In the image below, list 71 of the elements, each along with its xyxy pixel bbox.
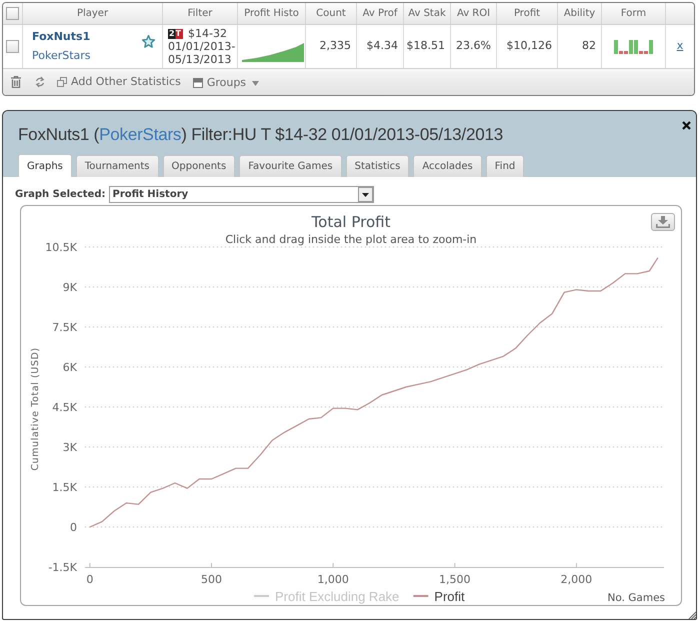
select-all-checkbox[interactable] (6, 7, 19, 20)
site-link[interactable]: PokerStars (99, 125, 182, 144)
tab[interactable]: Tournaments (76, 155, 159, 177)
graph-select[interactable]: Profit History (108, 186, 374, 202)
download-icon (656, 216, 670, 228)
table-cell: 23.6% (451, 25, 497, 68)
column-header[interactable]: Count (306, 3, 357, 24)
y-tick-label: 0 (70, 521, 77, 534)
table-cell: $18.51 (404, 25, 451, 68)
y-tick-label: 9K (62, 281, 77, 294)
legend-line-icon (413, 595, 428, 597)
column-header[interactable]: Av Stak (404, 3, 451, 24)
column-header[interactable]: Ability (558, 3, 602, 24)
panel-title: FoxNuts1 (PokerStars) Filter:HU T $14-32 01/01/2013-05/13/2013 (18, 124, 503, 146)
y-tick-label: 4.5K (52, 401, 77, 414)
x-tick-label: 2,000 (560, 573, 592, 586)
tab[interactable]: Statistics (346, 155, 410, 177)
column-header[interactable]: Filter (163, 3, 238, 24)
tab[interactable]: Accolades (413, 155, 482, 177)
y-tick-label: 3K (62, 441, 77, 454)
date-range-text: 01/01/2013- 05/13/2013 (168, 40, 236, 66)
panel-icon (192, 78, 203, 88)
y-tick-label: 10.5K (45, 241, 77, 254)
legend-item[interactable]: Profit (413, 589, 465, 604)
tab[interactable]: Find (486, 155, 524, 177)
profit-sparkline (242, 43, 304, 62)
refresh-icon[interactable] (35, 76, 45, 88)
x-tick-label: 0 (86, 573, 94, 586)
y-axis-title: Cumulative Total (USD) (30, 347, 41, 471)
legend-label: Profit (434, 589, 466, 604)
caret-icon (252, 80, 260, 86)
close-icon[interactable] (682, 121, 691, 130)
column-header[interactable]: Profit (497, 3, 558, 24)
column-header[interactable]: Av ROI (451, 3, 497, 24)
x-tick-label: 500 (201, 573, 222, 586)
tab[interactable]: Graphs (18, 154, 72, 177)
tab[interactable]: Opponents (162, 155, 236, 177)
tab[interactable]: Favourite Games (239, 155, 342, 177)
groups-button[interactable]: Groups (192, 74, 260, 92)
column-header[interactable]: Profit Histo (238, 3, 306, 24)
y-tick-label: 6K (62, 361, 77, 374)
table-cell: 82 (558, 25, 602, 68)
row-checkbox[interactable] (6, 40, 19, 53)
overlapping-squares-icon (57, 77, 67, 87)
remove-link[interactable]: x (676, 38, 684, 55)
table-cell: $10,126 (497, 25, 558, 68)
column-header[interactable]: Form (602, 3, 666, 24)
download-button[interactable] (651, 213, 675, 231)
table-cell: $4.34 (357, 25, 404, 68)
table-cell: 2,335 (306, 25, 357, 68)
x-axis-title: No. Games (608, 592, 665, 604)
resize-grip-icon[interactable] (688, 611, 696, 619)
chart-title: Total Profit (312, 213, 390, 231)
star-icon[interactable] (142, 35, 155, 48)
y-tick-label: -1.5K (48, 561, 77, 574)
win-bar (614, 40, 618, 54)
y-tick-label: 7.5K (52, 321, 77, 334)
add-statistics-button[interactable]: Add Other Statistics (57, 74, 181, 90)
y-tick-label: 1.5K (52, 481, 77, 494)
graph-select-label: Graph Selected: (15, 188, 106, 202)
column-header[interactable]: Player (23, 3, 163, 24)
x-tick-label: 1,500 (439, 573, 471, 586)
trash-icon[interactable] (11, 76, 21, 88)
stakes-text: $14-32 (188, 27, 227, 40)
column-header[interactable]: Av Prof (357, 3, 404, 24)
site-link[interactable]: PokerStars (32, 49, 91, 63)
player-name-link[interactable]: FoxNuts1 (32, 30, 91, 44)
x-tick-label: 1,000 (317, 573, 349, 586)
chart-subtitle: Click and drag inside the plot area to zoom-in (225, 233, 477, 246)
win-bar (649, 40, 653, 54)
legend-line-icon (254, 595, 269, 597)
